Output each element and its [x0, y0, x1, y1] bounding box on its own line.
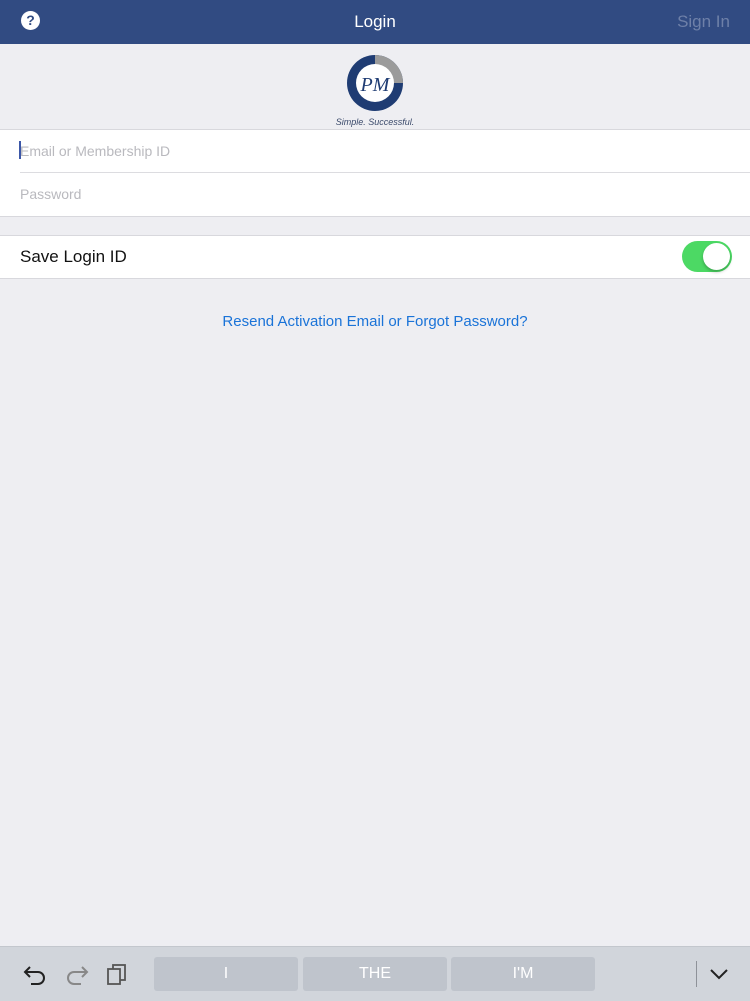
- page-title: Login: [354, 12, 396, 31]
- suggestion-3[interactable]: I'M: [451, 957, 595, 991]
- save-login-row: Save Login ID: [0, 235, 750, 279]
- suggestion-2[interactable]: THE: [303, 957, 447, 991]
- keyboard-shortcut-bar: I THE I'M: [0, 946, 750, 1001]
- nav-bar: ? Login Sign In: [0, 0, 750, 44]
- sign-in-button[interactable]: Sign In: [677, 12, 730, 32]
- save-login-label: Save Login ID: [20, 247, 127, 266]
- pm-logo-icon: PM: [347, 55, 403, 111]
- login-form: [0, 129, 750, 217]
- paste-icon[interactable]: [104, 961, 130, 987]
- save-login-toggle[interactable]: [682, 241, 732, 272]
- undo-icon[interactable]: [22, 961, 48, 987]
- password-field[interactable]: [20, 173, 750, 215]
- email-field[interactable]: [20, 130, 750, 172]
- keyboard-dismiss-icon[interactable]: [706, 961, 732, 987]
- suggestion-1[interactable]: I: [154, 957, 298, 991]
- text-cursor: [19, 141, 21, 159]
- logo-tagline: Simple. Successful.: [335, 117, 415, 127]
- redo-icon[interactable]: [64, 961, 90, 987]
- resend-activation-link[interactable]: Resend Activation Email or Forgot Passwo…: [0, 313, 750, 330]
- toggle-knob: [703, 243, 730, 270]
- logo: PM Simple. Successful.: [0, 50, 750, 130]
- divider: [696, 961, 697, 987]
- logo-monogram: PM: [360, 74, 391, 96]
